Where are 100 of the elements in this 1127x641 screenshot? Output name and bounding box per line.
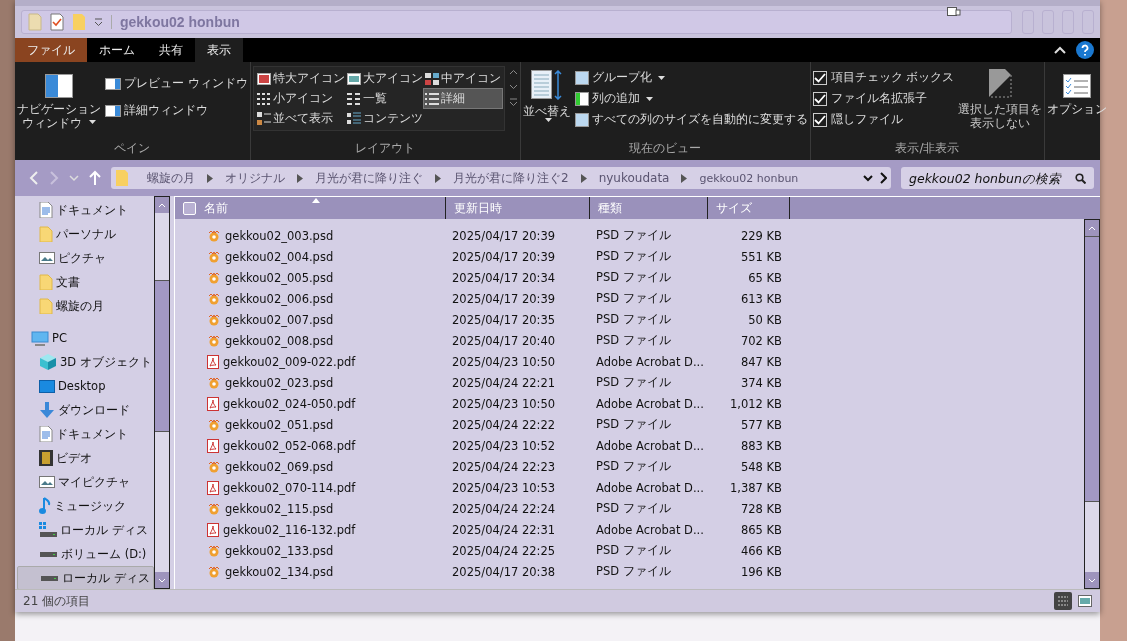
file-row[interactable]: gekkou02_070-114.pdf 2025/04/23 10:53 Adobe Acrobat D... 1,387 KB (175, 477, 1084, 498)
breadcrumb[interactable]: 月光が君に降り注ぐ (315, 169, 423, 187)
type-cell-text: PSD ファイル (595, 501, 672, 516)
date-cell-text: 2025/04/24 22:22 (451, 417, 557, 432)
layout-option[interactable]: 一覧 (345, 89, 424, 108)
group-label: レイアウト (354, 140, 417, 157)
nav-item[interactable]: ボリューム (D:) (17, 542, 154, 566)
checkbox[interactable]: 隠しファイル (812, 112, 955, 127)
type-cell-text: PSD ファイル (595, 459, 672, 474)
group-label: 現在のビュー (628, 140, 703, 157)
nav-item[interactable]: 3D オブジェクト (17, 350, 154, 374)
pane-button[interactable]: 詳細ウィンドウ (105, 103, 248, 118)
file-row[interactable]: gekkou02_115.psd 2025/04/24 22:24 PSD ファイル 728 KB (175, 498, 1084, 519)
nav-item[interactable]: Desktop (17, 374, 154, 398)
file-row[interactable]: gekkou02_007.psd 2025/04/17 20:35 PSD ファイル 50 KB (175, 309, 1084, 330)
search-field[interactable]: gekkou02 honbunの検索 (901, 167, 1094, 189)
pane-button[interactable]: プレビュー ウィンドウ (105, 76, 248, 91)
layout-option[interactable]: 大アイコン (345, 69, 424, 88)
ribbon-tab[interactable]: ファイル (15, 38, 87, 62)
file-row[interactable]: gekkou02_133.psd 2025/04/24 22:25 PSD ファイル 466 KB (175, 540, 1084, 561)
date-cell-text: 2025/04/17 20:39 (451, 228, 557, 243)
column-label: 名前 (204, 199, 228, 217)
nav-item[interactable]: 螺旋の月 (17, 294, 154, 318)
hide-selected-button[interactable]: 選択した項目を 表示しない (958, 66, 1043, 130)
nav-item[interactable]: ピクチャ (17, 246, 154, 270)
size-cell-text: 883 KB (739, 438, 782, 453)
view-button[interactable]: 列の追加 (574, 91, 808, 106)
size-cell-text: 702 KB (739, 333, 782, 348)
file-name: gekkou02_133.psd (225, 543, 334, 558)
nav-item[interactable]: パーソナル (17, 222, 154, 246)
ribbon-tab[interactable]: 表示 (195, 38, 243, 62)
file-name: gekkou02_007.psd (225, 312, 334, 327)
date-cell-text: 2025/04/23 10:50 (451, 396, 557, 411)
type-cell-text: PSD ファイル (595, 312, 672, 327)
file-row[interactable]: gekkou02_116-132.pdf 2025/04/24 22:31 Adobe Acrobat D... 865 KB (175, 519, 1084, 540)
file-row[interactable]: gekkou02_051.psd 2025/04/24 22:22 PSD ファイル 577 KB (175, 414, 1084, 435)
nav-item[interactable]: ビデオ (17, 446, 154, 470)
size-cell-text: 577 KB (739, 417, 782, 432)
size-cell-text: 728 KB (739, 501, 782, 516)
layout-option[interactable]: 並べて表示 (255, 109, 346, 128)
file-name: gekkou02_116-132.pdf (223, 522, 356, 537)
breadcrumb[interactable]: 螺旋の月 (147, 169, 195, 187)
file-name: gekkou02_005.psd (225, 270, 334, 285)
view-button[interactable]: すべての列のサイズを自動的に変更する (574, 112, 808, 127)
size-cell-text: 1,387 KB (729, 480, 782, 495)
layout-option[interactable]: 小アイコン (255, 89, 346, 108)
nav-item[interactable]: マイピクチャ (17, 470, 154, 494)
breadcrumb[interactable]: gekkou02 honbun (699, 171, 799, 185)
file-row[interactable]: gekkou02_024-050.pdf 2025/04/23 10:50 Adobe Acrobat D... 1,012 KB (175, 393, 1084, 414)
address-bar[interactable]: 螺旋の月 オリジナル 月光が君に降り注ぐ 月光が君に降り注ぐ2 nyukoudata gekkou02 honbun (111, 167, 891, 189)
breadcrumb[interactable]: 月光が君に降り注ぐ2 (453, 169, 569, 187)
file-row[interactable]: gekkou02_005.psd 2025/04/17 20:34 PSD ファイル 65 KB (175, 267, 1084, 288)
group-label: ペイン (113, 140, 152, 157)
breadcrumb[interactable]: オリジナル (225, 169, 285, 187)
size-cell-text: 1,012 KB (729, 396, 782, 411)
checkbox[interactable]: ファイル名拡張子 (812, 91, 955, 106)
nav-item[interactable]: PC (17, 326, 154, 350)
date-cell-text: 2025/04/24 22:31 (451, 522, 557, 537)
nav-item[interactable]: ドキュメント (17, 422, 154, 446)
layout-option[interactable]: コンテンツ (345, 109, 424, 128)
file-name: gekkou02_069.psd (225, 459, 334, 474)
file-row[interactable]: gekkou02_009-022.pdf 2025/04/23 10:50 Adobe Acrobat D... 847 KB (175, 351, 1084, 372)
date-cell-text: 2025/04/23 10:52 (451, 438, 557, 453)
nav-item[interactable]: 文書 (17, 270, 154, 294)
nav-item[interactable]: ミュージック (17, 494, 154, 518)
size-cell-text: 551 KB (739, 249, 782, 264)
checkbox[interactable]: 項目チェック ボックス (812, 70, 955, 85)
size-cell-text: 374 KB (739, 375, 782, 390)
ribbon-tab[interactable]: ホーム (87, 38, 147, 62)
file-row[interactable]: gekkou02_008.psd 2025/04/17 20:40 PSD ファイル 702 KB (175, 330, 1084, 351)
size-cell-text: 229 KB (739, 228, 782, 243)
type-cell-text: Adobe Acrobat D... (595, 438, 705, 453)
layout-option[interactable]: 特大アイコン (255, 69, 346, 88)
file-row[interactable]: gekkou02_052-068.pdf 2025/04/23 10:52 Adobe Acrobat D... 883 KB (175, 435, 1084, 456)
file-row[interactable]: gekkou02_134.psd 2025/04/17 20:38 PSD ファイル 196 KB (175, 561, 1084, 582)
layout-option[interactable]: 中アイコン (423, 69, 502, 88)
type-cell-text: PSD ファイル (595, 375, 672, 390)
size-cell-text: 50 KB (747, 312, 782, 327)
layout-option[interactable]: 詳細 (423, 89, 502, 108)
sort-button[interactable]: 並べ替え (522, 66, 571, 126)
file-row[interactable]: gekkou02_023.psd 2025/04/24 22:21 PSD ファイル 374 KB (175, 372, 1084, 393)
nav-item[interactable]: ローカル ディス (17, 566, 154, 589)
size-cell-text: 847 KB (739, 354, 782, 369)
file-row[interactable]: gekkou02_069.psd 2025/04/24 22:23 PSD ファイル 548 KB (175, 456, 1084, 477)
nav-item[interactable]: ダウンロード (17, 398, 154, 422)
file-row[interactable]: gekkou02_006.psd 2025/04/17 20:39 PSD ファイル 613 KB (175, 288, 1084, 309)
ribbon-tab[interactable]: 共有 (147, 38, 195, 62)
date-cell-text: 2025/04/24 22:23 (451, 459, 557, 474)
nav-item[interactable]: ローカル ディス (17, 518, 154, 542)
date-cell-text: 2025/04/17 20:40 (451, 333, 557, 348)
file-row[interactable]: gekkou02_003.psd 2025/04/17 20:39 PSD ファイル 229 KB (175, 225, 1084, 246)
file-row[interactable]: gekkou02_004.psd 2025/04/17 20:39 PSD ファイル 551 KB (175, 246, 1084, 267)
type-cell-text: PSD ファイル (595, 270, 672, 285)
file-name: gekkou02_024-050.pdf (223, 396, 356, 411)
nav-item[interactable]: ドキュメント (17, 198, 154, 222)
breadcrumb[interactable]: nyukoudata (598, 171, 670, 185)
file-name: gekkou02_009-022.pdf (223, 354, 356, 369)
view-button[interactable]: グループ化 (574, 70, 808, 85)
type-cell-text: Adobe Acrobat D... (595, 480, 705, 495)
navigation-pane-button[interactable]: ナビゲーション ウィンドウ (17, 66, 101, 130)
